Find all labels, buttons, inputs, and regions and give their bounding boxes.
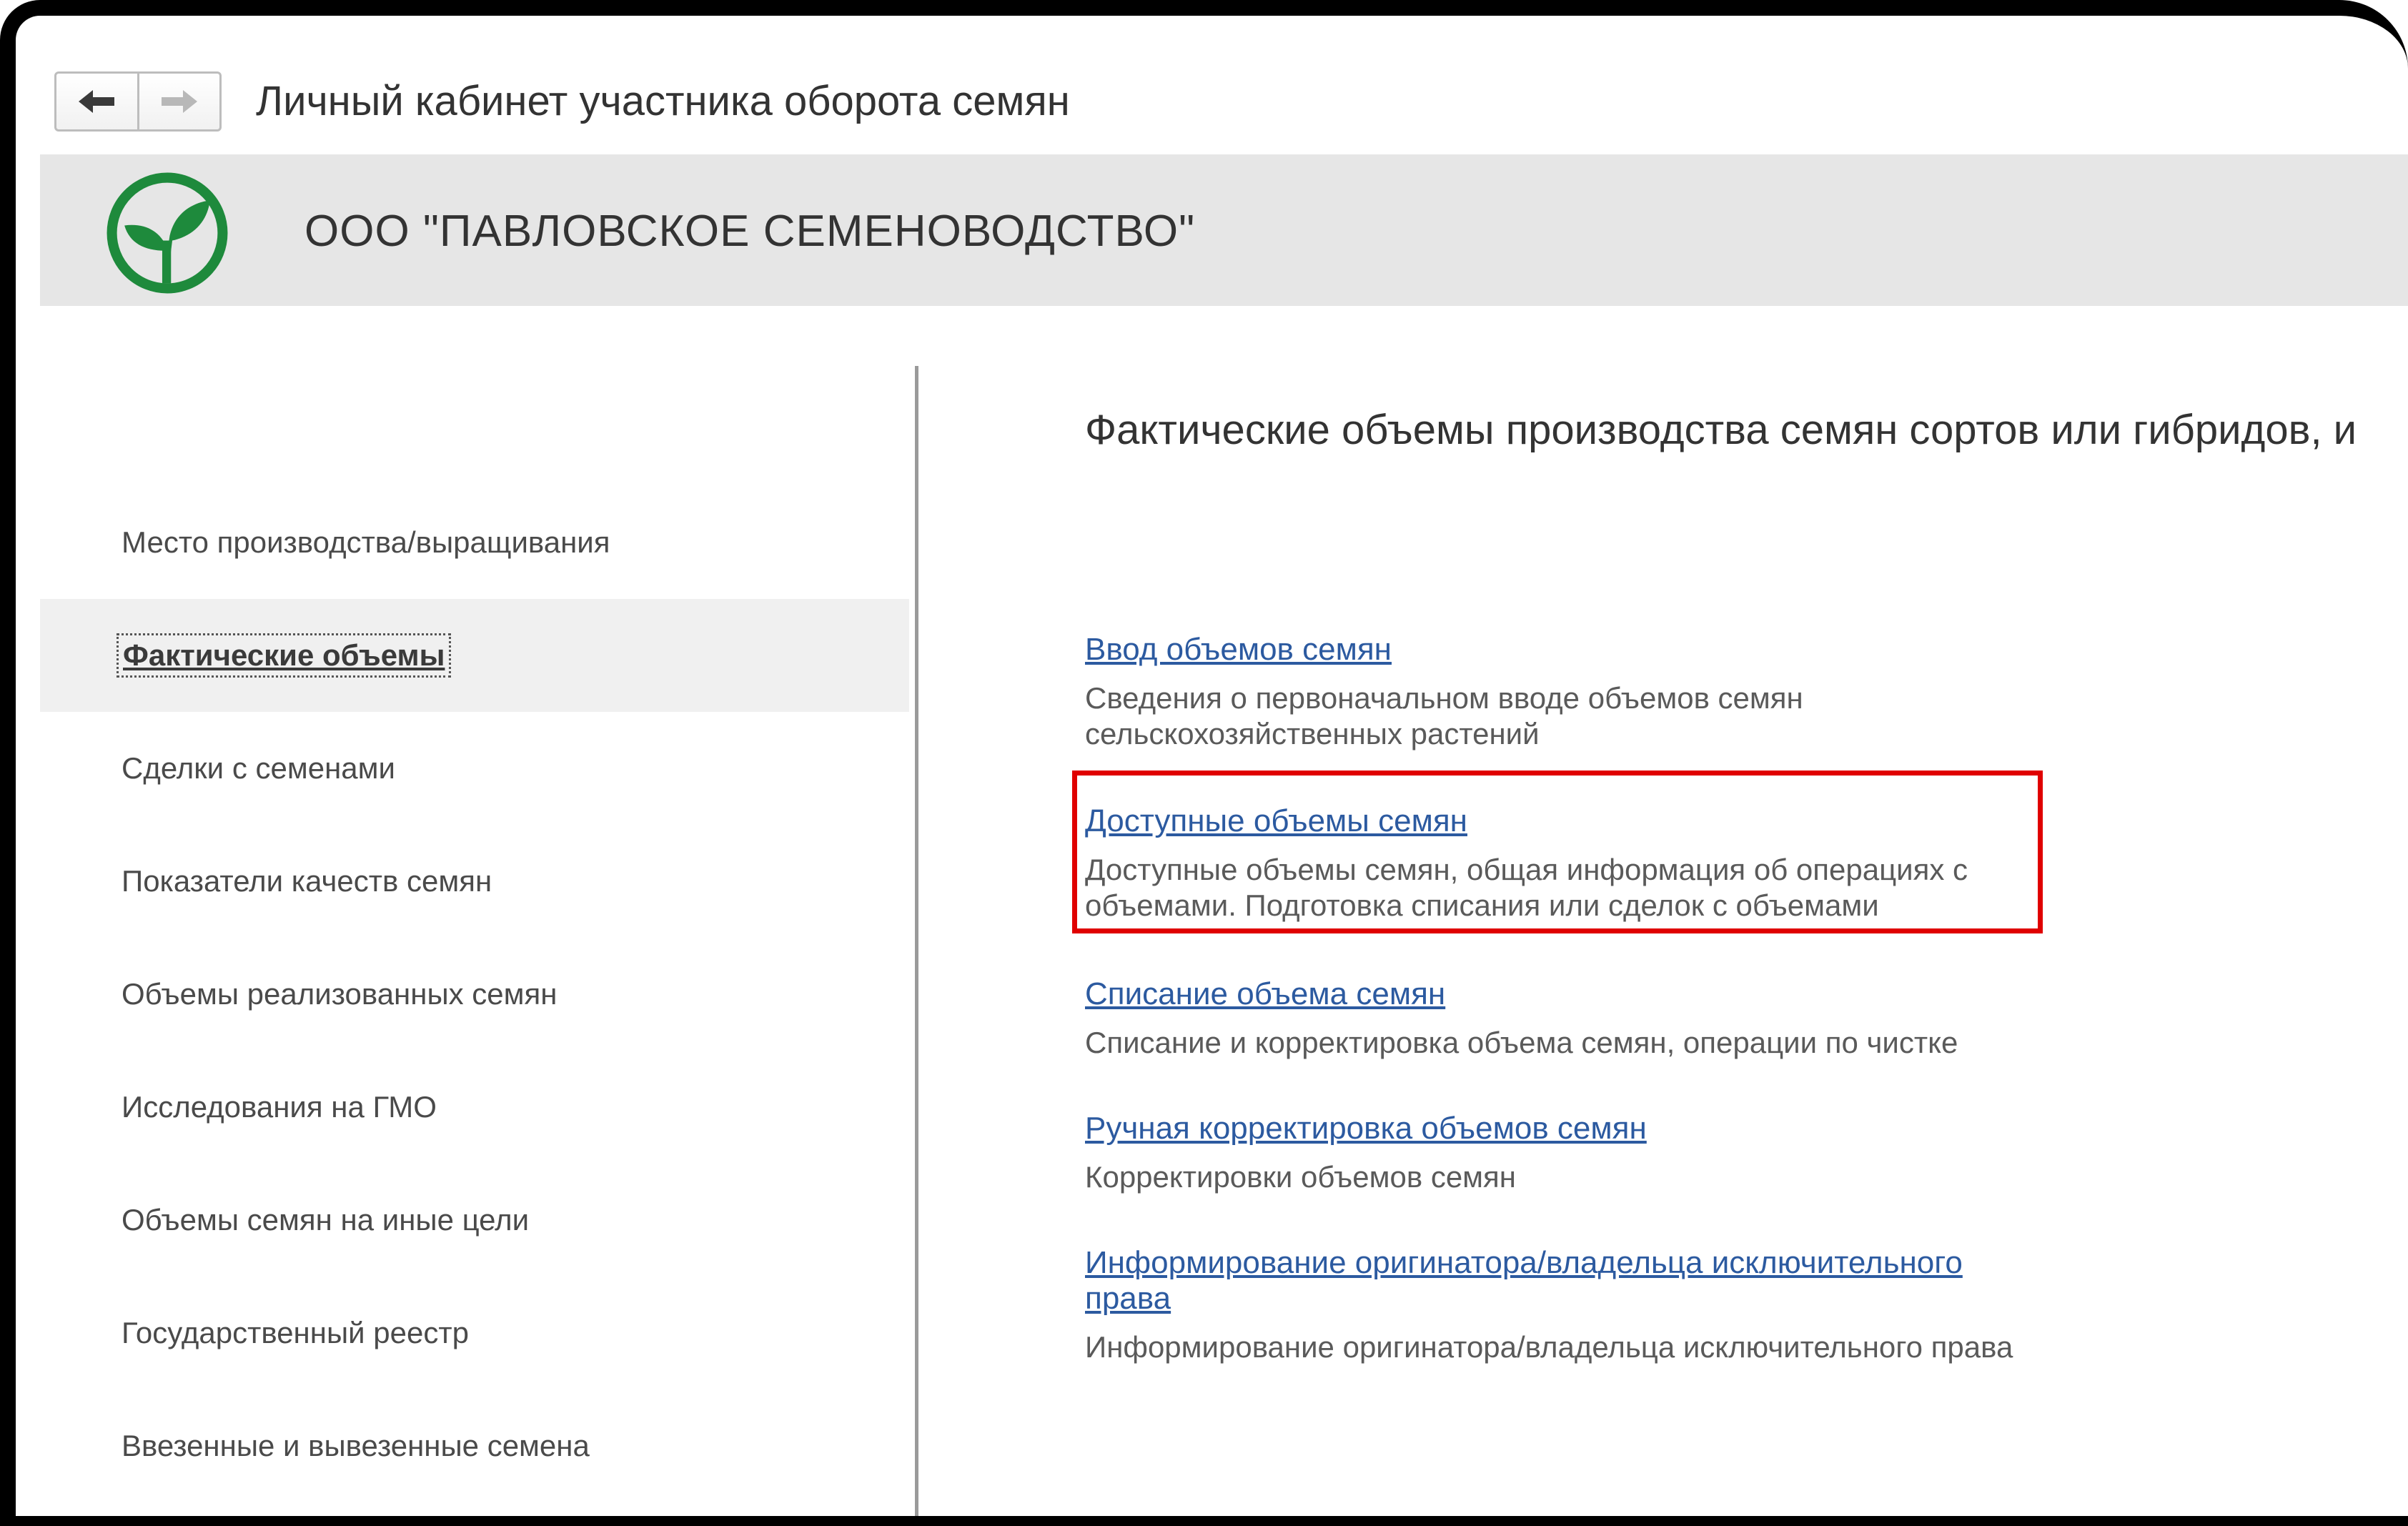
sidebar-item-label: Исследования на ГМО [122,1090,437,1124]
organization-header: ООО "ПАВЛОВСКОЕ СЕМЕНОВОДСТВО" [40,154,2408,306]
sidebar-item-state-register[interactable]: Государственный реестр [40,1277,909,1389]
sidebar-item-label: Государственный реестр [122,1316,469,1349]
panel-divider [915,366,918,1516]
page-title: Фактические объемы производства семян со… [1085,407,2357,453]
back-button[interactable] [56,74,137,129]
sidebar-item-label: Сделки с семенами [122,751,395,785]
sidebar-item-seed-deals[interactable]: Сделки с семенами [40,712,909,825]
entry-description: Корректировки объемов семян [1085,1160,1516,1194]
sidebar-item-sold-volumes[interactable]: Объемы реализованных семян [40,938,909,1051]
sidebar-item-label: Место производства/выращивания [122,525,610,559]
sidebar-item-label: Объемы реализованных семян [122,977,558,1011]
arrow-left-icon [79,90,115,113]
sidebar-item-quality-indicators[interactable]: Показатели качеств семян [40,825,909,938]
arrow-right-icon [161,90,197,113]
entry-description: Списание и корректировка объема семян, о… [1085,1026,1958,1059]
entry-manual-correction: Ручная корректировка объемов семян Корре… [1085,1111,2057,1195]
app-window: Личный кабинет участника оборота семян О… [0,0,2408,1526]
sidebar-item-gmo-research[interactable]: Исследования на ГМО [40,1051,909,1164]
entry-description: Сведения о первоначальном вводе объемов … [1085,681,1803,750]
window-title: Личный кабинет участника оборота семян [256,78,1070,124]
entry-seed-volume-input: Ввод объемов семян Сведения о первоначал… [1085,632,2057,752]
sidebar-item-label: Показатели качеств семян [122,864,492,898]
originator-notification-link[interactable]: Информирование оригинатора/владельца иск… [1085,1245,2014,1317]
sidebar-item-label: Фактические объемы [116,633,452,678]
sidebar-item-other-purposes[interactable]: Объемы семян на иные цели [40,1164,909,1277]
sidebar-item-actual-volumes[interactable]: Фактические объемы [40,599,909,712]
sprout-logo-icon [106,172,228,294]
sidebar-item-imported-exported[interactable]: Ввезенные и вывезенные семена [40,1389,909,1502]
organization-name: ООО "ПАВЛОВСКОЕ СЕМЕНОВОДСТВО" [304,207,1196,256]
highlight-box [1072,771,2043,933]
manual-correction-link[interactable]: Ручная корректировка объемов семян [1085,1111,2057,1146]
entry-seed-write-off: Списание объема семян Списание и коррект… [1085,976,2057,1061]
sidebar-item-label: Объемы семян на иные цели [122,1203,530,1237]
seed-volume-input-link[interactable]: Ввод объемов семян [1085,632,2057,668]
sidebar-item-production-place[interactable]: Место производства/выращивания [40,486,909,599]
title-bar: Личный кабинет участника оборота семян [40,56,2408,134]
entry-description: Информирование оригинатора/владельца иск… [1085,1330,2013,1364]
seed-write-off-link[interactable]: Списание объема семян [1085,976,2057,1012]
forward-button[interactable] [137,74,220,129]
sidebar-item-label: Ввезенные и вывезенные семена [122,1429,590,1462]
navigation-buttons [54,71,222,132]
entry-originator-notification: Информирование оригинатора/владельца иск… [1085,1245,2014,1365]
